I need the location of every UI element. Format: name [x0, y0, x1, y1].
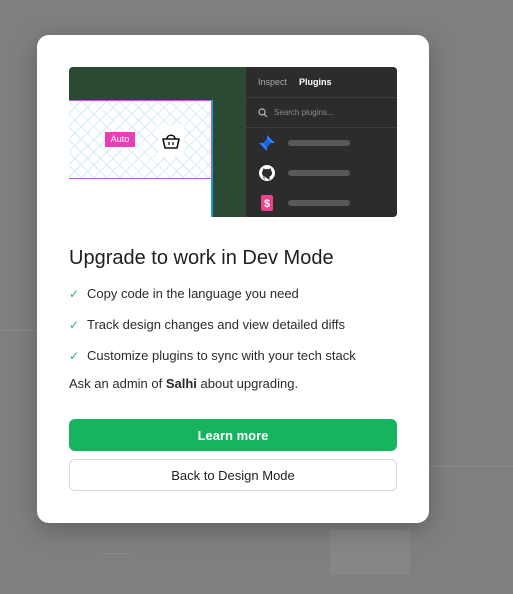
tab-inspect: Inspect [258, 77, 288, 87]
plugin-search-placeholder: Search plugins... [274, 108, 334, 117]
admin-message: Ask an admin of Salhi about upgrading. [69, 376, 298, 391]
feature-item: ✓ Copy code in the language you need [69, 286, 299, 301]
plugin-row [258, 164, 388, 182]
check-icon: ✓ [69, 348, 80, 363]
background-panel [330, 530, 410, 575]
learn-more-button[interactable]: Learn more [69, 419, 397, 451]
selection-outline [69, 100, 212, 179]
admin-prefix: Ask an admin of [69, 376, 166, 391]
dev-mode-preview: Auto Inspect Plugins Search plugins... $ [69, 67, 397, 217]
svg-text:$: $ [264, 198, 270, 210]
plugins-panel: Inspect Plugins Search plugins... $ [246, 67, 397, 217]
panel-tabs: Inspect Plugins [246, 67, 397, 98]
plugin-name-placeholder [288, 140, 350, 146]
plugin-name-placeholder [288, 200, 350, 206]
tab-plugins: Plugins [299, 77, 332, 87]
plugin-row: $ [258, 194, 388, 212]
github-icon [259, 165, 275, 181]
basket-icon [158, 125, 184, 157]
search-icon [258, 107, 268, 117]
feature-item: ✓ Track design changes and view detailed… [69, 317, 345, 332]
background-divider [100, 553, 130, 554]
plugin-name-placeholder [288, 170, 350, 176]
jira-icon [259, 135, 275, 151]
feature-text: Copy code in the language you need [87, 286, 299, 301]
admin-suffix: about upgrading. [196, 376, 299, 391]
background-divider [429, 466, 513, 467]
canvas-frame-bottom [69, 179, 211, 217]
upgrade-dialog: Auto Inspect Plugins Search plugins... $… [37, 35, 429, 523]
dialog-title: Upgrade to work in Dev Mode [69, 247, 334, 269]
background-divider [0, 330, 37, 331]
check-icon: ✓ [69, 286, 80, 301]
back-to-design-mode-button[interactable]: Back to Design Mode [69, 459, 397, 491]
feature-text: Track design changes and view detailed d… [87, 317, 345, 332]
feature-item: ✓ Customize plugins to sync with your te… [69, 348, 356, 363]
check-icon: ✓ [69, 317, 80, 332]
feature-text: Customize plugins to sync with your tech… [87, 348, 356, 363]
plugin-row [258, 134, 388, 152]
organization-name: Salhi [165, 376, 197, 391]
dollar-icon: $ [261, 195, 273, 211]
plugin-search: Search plugins... [246, 98, 397, 128]
auto-layout-tag: Auto [105, 132, 135, 147]
